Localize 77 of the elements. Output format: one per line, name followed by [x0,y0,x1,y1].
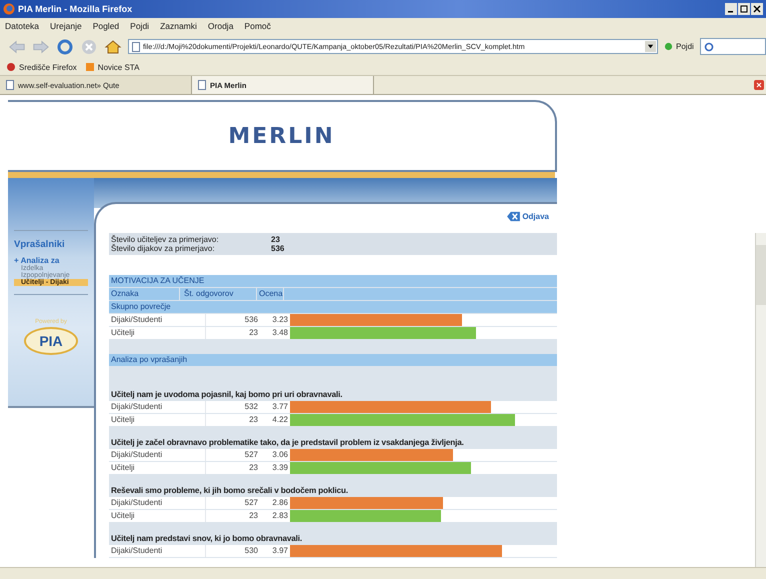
menu-item[interactable]: Datoteka [5,21,40,31]
table-cell: Dijaki/Studenti [109,449,206,461]
count-label: Število dijakov za primerjavo: [111,244,216,253]
table-cell: Učitelji [109,510,206,522]
table-cell-text: 3.97 [271,545,289,557]
table-cell-text: 23 [248,327,258,339]
table-cell: Dijaki/Studenti [109,401,206,413]
page-icon [198,80,206,90]
table-cell-text: 4.22 [271,414,289,426]
table-cell-text: 23 [248,414,258,426]
column-header: Št. odgovorov [180,288,257,300]
question-text: Učitelj nam predstavi snov, ki jo bomo obravnavali. [110,533,304,545]
go-button[interactable]: Pojdi [664,42,694,51]
table-cell: Dijaki/Studenti [109,545,206,557]
group-title: Analiza po vprašanjih [109,354,557,367]
maximize-icon [740,5,748,13]
count-value: 23 [271,235,280,244]
logout-link[interactable]: Odjava [507,211,549,222]
table-cell-text: 532 [244,401,258,413]
table-cell-text: 23 [248,510,258,522]
table-cell-text: 3.23 [271,314,289,326]
bookmark-item[interactable]: Središče Firefox [6,62,77,72]
question-text: Učitelj je začel obravnavo problematike tako, da je predstavil problem iz vsakdanjega življenja. [110,437,465,449]
go-icon [664,42,673,51]
table-cell-text: 536 [244,314,258,326]
count-value: 536 [271,244,284,253]
column-header: Oznaka [109,288,180,300]
logout-icon [507,211,520,222]
table-cell-text: 2.86 [271,497,289,509]
table-cell-text: 23 [248,462,258,474]
caret-icon [647,43,654,50]
page-icon [132,42,140,52]
table-cell: Učitelji [109,414,206,426]
reload-icon[interactable] [56,38,74,54]
table-cell-text: 3.06 [271,449,289,461]
table-cell-text: 2.83 [271,510,289,522]
scrollbar[interactable] [755,233,766,567]
question-text: Učitelj nam je uvodoma pojasnil, kaj bomo pri uri obravnavali. [110,389,344,401]
menu-item[interactable]: Zaznamki [160,21,197,31]
table-cell: Dijaki/Studenti [109,314,206,326]
table-cell-text: 3.77 [271,401,289,413]
table-cell-text: 3.39 [271,462,289,474]
table-cell-text: 530 [244,545,258,557]
window-title: PIA Merlin - Mozilla Firefox [18,4,132,14]
page-icon [6,80,14,90]
table-cell: Dijaki/Studenti [109,497,206,509]
table-cell-text: 3.48 [271,327,289,339]
column-header: Ocena [257,288,284,300]
menu-item[interactable]: Pomoč [244,21,271,31]
dropdown-button[interactable] [645,41,656,52]
search-field[interactable] [700,38,766,55]
sidebar-heading: Vprašalniki [14,239,66,250]
close-icon [753,5,761,13]
group-title: Skupno povrečje [109,301,557,314]
menu-item[interactable]: Orodja [208,21,234,31]
table-cell: Učitelji [109,327,206,339]
bookmark-item[interactable]: Novice STA [84,62,140,72]
section-title: MOTIVACIJA ZA UČENJE [109,275,557,288]
home-icon[interactable] [104,38,122,54]
menu-item[interactable]: Urejanje [50,21,82,31]
menu-item[interactable]: Pojdi [130,21,150,31]
brand-logo: PIA [24,327,78,355]
table-cell-text: 527 [244,497,258,509]
question-text: Reševali smo probleme, ki jih bomo srečali v bodočem poklicu. [110,485,350,497]
sidebar-item[interactable]: + Analiza za [14,256,88,265]
menu-item[interactable]: Pogled [92,21,120,31]
close-button[interactable] [751,3,763,15]
site-logo: MERLIN [228,124,335,148]
search-icon [704,42,714,52]
close-tab-icon[interactable] [754,80,764,90]
bookmark-icon [6,62,16,72]
count-label: Število učiteljev za primerjavo: [111,235,220,244]
table-cell-text: 527 [244,449,258,461]
minimize-button[interactable] [725,3,737,15]
maximize-button[interactable] [738,3,750,15]
bookmark-icon [84,62,95,72]
table-cell: Učitelji [109,462,206,474]
